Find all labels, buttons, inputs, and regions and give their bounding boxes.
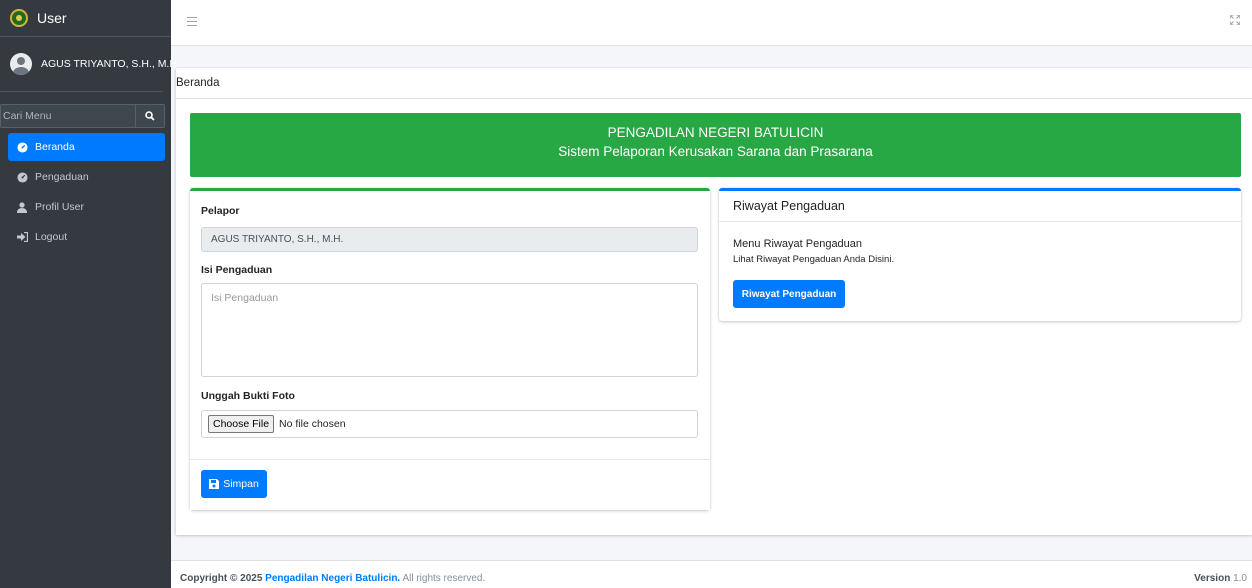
file-input[interactable]: Choose File No file chosen xyxy=(201,410,698,438)
page-title: Beranda xyxy=(176,77,220,89)
sidebar-item-label: Profil User xyxy=(35,201,85,213)
court-logo-icon xyxy=(10,9,28,27)
complaint-form-card: Pelapor AGUS TRIYANTO, S.H., M.H. Isi Pe… xyxy=(190,188,710,510)
choose-file-button[interactable]: Choose File xyxy=(208,415,275,433)
history-title: Menu Riwayat Pengaduan xyxy=(733,238,863,250)
version-value: 1.0 xyxy=(1233,573,1247,584)
reporter-field: AGUS TRIYANTO, S.H., M.H. xyxy=(201,227,698,252)
upload-label: Unggah Bukti Foto xyxy=(201,390,295,402)
page-footer: Copyright © 2025 Pengadilan Negeri Batul… xyxy=(171,560,1252,588)
sign-out-icon xyxy=(16,231,28,243)
brand-link[interactable]: User xyxy=(0,0,171,37)
sidebar-item-label: Logout xyxy=(35,231,68,243)
save-button[interactable]: Simpan xyxy=(201,470,267,498)
sidebar-search-input[interactable] xyxy=(0,104,135,128)
dashboard-icon xyxy=(16,141,28,153)
history-subtitle: Lihat Riwayat Pengaduan Anda Disini. xyxy=(733,254,895,265)
file-status: No file chosen xyxy=(279,418,346,430)
search-icon xyxy=(145,111,155,121)
banner-subtitle: Sistem Pelaporan Kerusakan Sarana dan Pr… xyxy=(558,144,873,159)
fullscreen-icon[interactable] xyxy=(1229,14,1241,28)
org-link[interactable]: Pengadilan Negeri Batulicin. xyxy=(265,573,400,584)
sidebar-item-profil-user[interactable]: Profil User xyxy=(8,193,165,221)
sidebar-item-label: Pengaduan xyxy=(35,171,89,183)
sidebar-item-beranda[interactable]: Beranda xyxy=(8,133,165,161)
form-footer: Simpan xyxy=(190,459,710,510)
rights-text: All rights reserved. xyxy=(402,573,486,584)
user-name: AGUS TRIYANTO, S.H., M.H. xyxy=(41,58,180,70)
user-avatar-icon xyxy=(10,53,32,75)
complaint-label: Isi Pengaduan xyxy=(201,264,273,276)
sidebar-item-logout[interactable]: Logout xyxy=(8,223,165,251)
copyright-prefix: Copyright © 2025 xyxy=(180,573,263,584)
user-icon xyxy=(16,201,28,213)
copyright: Copyright © 2025 Pengadilan Negeri Batul… xyxy=(180,573,485,584)
history-card: Riwayat Pengaduan Menu Riwayat Pengaduan… xyxy=(719,188,1241,321)
sidebar-item-label: Beranda xyxy=(35,141,75,153)
top-navbar xyxy=(171,0,1252,46)
version-label: Version xyxy=(1194,573,1231,584)
sidebar-search xyxy=(0,104,165,128)
save-button-label: Simpan xyxy=(223,478,259,490)
menu-toggle-icon[interactable] xyxy=(187,17,197,26)
main-card: Beranda PENGADILAN NEGERI BATULICIN Sist… xyxy=(176,68,1252,535)
sidebar: User AGUS TRIYANTO, S.H., M.H. Beranda P… xyxy=(0,0,180,588)
sidebar-item-pengaduan[interactable]: Pengaduan xyxy=(8,163,165,191)
save-icon xyxy=(209,479,220,489)
header-banner: PENGADILAN NEGERI BATULICIN Sistem Pelap… xyxy=(190,113,1241,177)
dashboard-icon xyxy=(16,171,28,183)
breadcrumb: Beranda xyxy=(176,68,1252,99)
version-info: Version 1.0 xyxy=(1194,573,1247,584)
search-button[interactable] xyxy=(135,104,165,128)
history-button[interactable]: Riwayat Pengaduan xyxy=(733,280,845,308)
banner-title: PENGADILAN NEGERI BATULICIN xyxy=(607,125,824,140)
history-card-header: Riwayat Pengaduan xyxy=(719,191,1241,222)
sidebar-nav: Beranda Pengaduan Profil User Logout xyxy=(0,133,171,251)
complaint-textarea[interactable] xyxy=(201,283,698,377)
user-panel[interactable]: AGUS TRIYANTO, S.H., M.H. xyxy=(0,37,180,92)
reporter-label: Pelapor xyxy=(201,205,240,217)
brand-name: User xyxy=(37,10,67,26)
